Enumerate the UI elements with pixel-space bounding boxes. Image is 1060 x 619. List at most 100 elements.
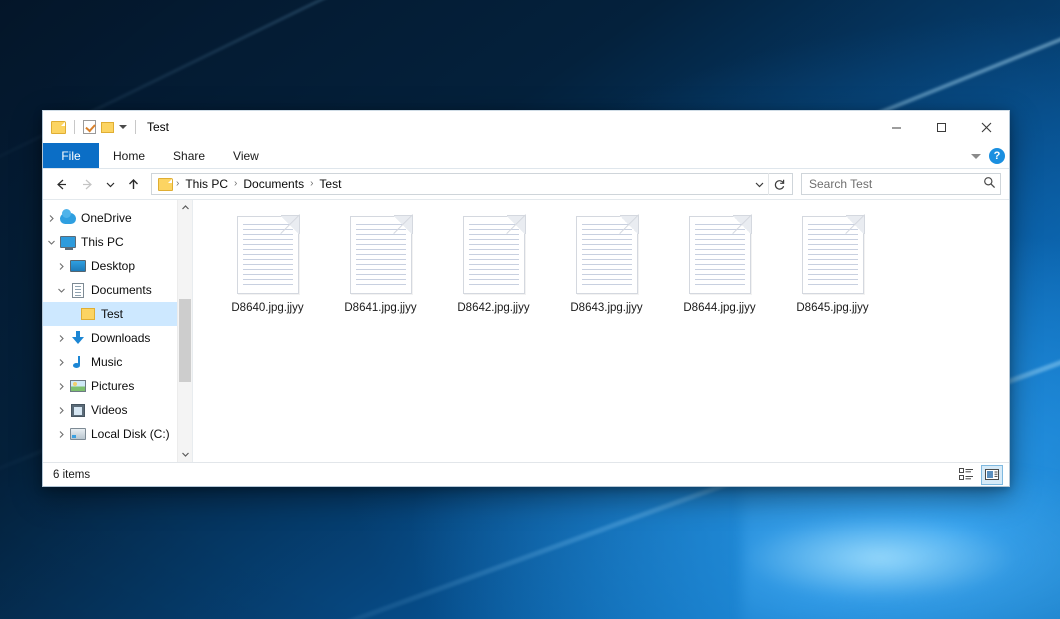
address-bar-row: › This PC › Documents › Test [43, 169, 1009, 199]
file-name: D8642.jpg.jjyy [457, 302, 529, 314]
sidebar-item-downloads[interactable]: Downloads [43, 326, 192, 350]
forward-button[interactable] [75, 172, 99, 196]
properties-icon[interactable] [83, 120, 96, 134]
sidebar-item-label: Downloads [91, 331, 150, 345]
file-name: D8641.jpg.jjyy [344, 302, 416, 314]
folder-icon[interactable] [51, 121, 66, 134]
maximize-button[interactable] [919, 111, 964, 143]
window-controls [874, 111, 1009, 143]
tab-view[interactable]: View [219, 143, 273, 168]
sidebar-item-videos[interactable]: Videos [43, 398, 192, 422]
status-bar: 6 items [43, 462, 1009, 486]
navigation-pane-scrollbar[interactable] [177, 200, 192, 462]
window-body: OneDrive This PC Deskt [43, 199, 1009, 462]
details-view-button[interactable] [955, 465, 977, 485]
sidebar-item-label: Desktop [91, 259, 135, 273]
sidebar-item-documents[interactable]: Documents [43, 278, 192, 302]
breadcrumb-item-documents[interactable]: Documents [238, 177, 309, 191]
ribbon-right-controls: ? [971, 143, 1005, 169]
chevron-right-icon[interactable] [53, 334, 69, 343]
file-item[interactable]: D8642.jpg.jjyy [437, 212, 550, 314]
address-bar[interactable]: › This PC › Documents › Test [151, 173, 793, 195]
sidebar-item-onedrive[interactable]: OneDrive [43, 206, 192, 230]
new-folder-icon[interactable] [101, 122, 114, 133]
chevron-right-icon[interactable] [53, 262, 69, 271]
file-list-view[interactable]: D8640.jpg.jjyy D8641.jpg.jjyy D8642.jpg.… [193, 200, 1009, 462]
customize-chevron-icon[interactable] [119, 125, 127, 129]
file-item[interactable]: D8641.jpg.jjyy [324, 212, 437, 314]
chevron-right-icon[interactable] [53, 358, 69, 367]
file-item[interactable]: D8644.jpg.jjyy [663, 212, 776, 314]
close-button[interactable] [964, 111, 1009, 143]
up-button[interactable] [121, 172, 145, 196]
generic-file-icon [463, 216, 525, 294]
chevron-right-icon[interactable] [43, 214, 59, 223]
download-icon [69, 331, 87, 345]
search-icon[interactable] [983, 176, 996, 192]
generic-file-icon [689, 216, 751, 294]
sidebar-item-label: OneDrive [81, 211, 132, 225]
sidebar-item-label: Local Disk (C:) [91, 427, 170, 441]
sidebar-item-desktop[interactable]: Desktop [43, 254, 192, 278]
chevron-right-icon[interactable] [53, 382, 69, 391]
file-grid: D8640.jpg.jjyy D8641.jpg.jjyy D8642.jpg.… [193, 200, 1009, 314]
sidebar-item-label: Music [91, 355, 122, 369]
chevron-right-icon[interactable] [53, 406, 69, 415]
sidebar-item-label: Pictures [91, 379, 134, 393]
chevron-down-icon[interactable] [43, 238, 59, 247]
sidebar-item-pictures[interactable]: Pictures [43, 374, 192, 398]
search-box[interactable] [801, 173, 1001, 195]
sidebar-item-label: This PC [81, 235, 124, 249]
refresh-icon[interactable] [768, 173, 790, 195]
back-button[interactable] [49, 172, 73, 196]
breadcrumb: › This PC › Documents › Test [156, 177, 750, 191]
file-name: D8645.jpg.jjyy [796, 302, 868, 314]
search-input[interactable] [809, 177, 983, 191]
file-item[interactable]: D8643.jpg.jjyy [550, 212, 663, 314]
recent-locations-chevron-icon[interactable] [101, 172, 119, 196]
monitor-icon [59, 236, 77, 248]
help-icon[interactable]: ? [989, 148, 1005, 164]
file-item[interactable]: D8645.jpg.jjyy [776, 212, 889, 314]
tab-share[interactable]: Share [159, 143, 219, 168]
large-icons-view-button[interactable] [981, 465, 1003, 485]
file-explorer-window: Test File Home Share View ? [42, 110, 1010, 487]
generic-file-icon [237, 216, 299, 294]
tab-home[interactable]: Home [99, 143, 159, 168]
sidebar-item-this-pc[interactable]: This PC [43, 230, 192, 254]
chevron-right-icon[interactable] [53, 430, 69, 439]
sidebar-item-local-disk-c[interactable]: Local Disk (C:) [43, 422, 192, 446]
toolbar-divider [74, 120, 75, 134]
disk-icon [69, 428, 87, 440]
title-bar: Test [43, 111, 1009, 143]
scroll-up-icon[interactable] [178, 200, 192, 215]
scrollbar-track[interactable] [178, 215, 192, 447]
breadcrumb-item-this-pc[interactable]: This PC [180, 177, 233, 191]
scroll-down-icon[interactable] [178, 447, 192, 462]
navigation-pane: OneDrive This PC Deskt [43, 200, 193, 462]
file-name: D8643.jpg.jjyy [570, 302, 642, 314]
desktop-background: Test File Home Share View ? [0, 0, 1060, 619]
quick-access-toolbar [51, 120, 139, 134]
folder-tree: OneDrive This PC Deskt [43, 200, 192, 446]
tab-file[interactable]: File [43, 143, 99, 168]
sidebar-item-test[interactable]: Test [43, 302, 192, 326]
expand-ribbon-chevron-icon[interactable] [971, 154, 981, 159]
chevron-down-icon[interactable] [53, 286, 69, 295]
address-bar-actions [750, 173, 790, 195]
file-name: D8644.jpg.jjyy [683, 302, 755, 314]
cloud-icon [59, 213, 77, 224]
scrollbar-thumb[interactable] [179, 299, 191, 383]
video-icon [69, 404, 87, 417]
previous-locations-chevron-icon[interactable] [750, 174, 768, 194]
toolbar-divider [135, 120, 136, 134]
generic-file-icon [802, 216, 864, 294]
breadcrumb-item-test[interactable]: Test [314, 177, 346, 191]
pictures-icon [69, 380, 87, 392]
file-name: D8640.jpg.jjyy [231, 302, 303, 314]
breadcrumb-folder-icon[interactable] [158, 178, 173, 191]
sidebar-item-music[interactable]: Music [43, 350, 192, 374]
sidebar-item-label: Videos [91, 403, 127, 417]
minimize-button[interactable] [874, 111, 919, 143]
file-item[interactable]: D8640.jpg.jjyy [211, 212, 324, 314]
